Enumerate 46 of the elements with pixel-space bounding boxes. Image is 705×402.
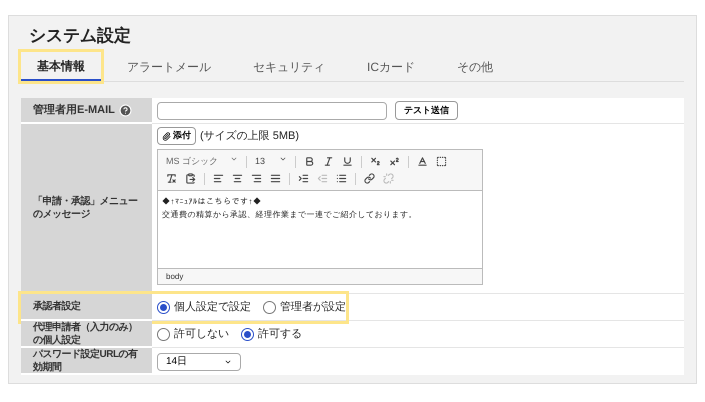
tab[interactable]: その他 (441, 52, 509, 81)
text-color-icon[interactable] (417, 156, 428, 167)
tab[interactable]: アラートメール (111, 52, 227, 81)
radio-option[interactable]: 個人設定で設定 (157, 298, 251, 316)
align-center-icon[interactable] (232, 173, 243, 184)
tab[interactable]: セキュリティ (237, 52, 341, 81)
editor-text-line: ◆↑ﾏﾆｭｱﾙはこちらです↑◆ (162, 196, 262, 208)
size-dropdown[interactable]: 13 (255, 154, 287, 168)
editor-text-line: 交通費の精算から承認、経理作業まで一連でご紹介しております。 (162, 209, 418, 221)
email-field[interactable] (157, 102, 387, 120)
field-label: 「申請・承認」メニューのメッセージ (33, 195, 138, 221)
italic-icon[interactable] (323, 156, 334, 167)
bullet-list-icon[interactable] (336, 173, 347, 184)
radio-option[interactable]: 管理者が設定 (263, 298, 346, 316)
indent-icon[interactable] (298, 173, 309, 184)
element-path: body (166, 270, 184, 282)
help-icon[interactable] (118, 104, 132, 116)
field-label: 管理者用E-MAIL (33, 102, 115, 118)
field-label: パスワード設定URLの有効期間 (33, 348, 139, 374)
tab[interactable]: ICカード (351, 52, 431, 81)
tab[interactable]: 基本情報 (21, 52, 101, 81)
paperclip-icon (162, 132, 171, 140)
page-title: システム設定 (28, 25, 132, 47)
paste-icon[interactable] (185, 173, 196, 184)
bold-icon[interactable] (304, 156, 315, 167)
align-right-icon[interactable] (251, 173, 262, 184)
radio-option[interactable]: 許可しない (157, 326, 229, 342)
font-dropdown[interactable]: MS ゴシック (166, 154, 238, 168)
radio-option[interactable]: 許可する (241, 326, 302, 342)
align-left-icon[interactable] (213, 173, 224, 184)
field-label: 代理申請者（入力のみ）の個人設定 (33, 320, 138, 346)
superscript-icon[interactable] (389, 156, 400, 167)
radio-button[interactable] (157, 300, 170, 314)
attach-button[interactable]: 添付 (157, 127, 196, 145)
field-label: 承認者設定 (33, 300, 80, 313)
radio-button[interactable] (157, 328, 170, 340)
justify-icon[interactable] (270, 173, 281, 184)
period-dropdown[interactable]: 14日 (157, 352, 241, 370)
radio-button[interactable] (263, 300, 276, 314)
radio-button[interactable] (241, 328, 254, 340)
underline-icon[interactable] (342, 156, 353, 167)
test-send-button[interactable]: テスト送信 (395, 101, 458, 120)
link-icon[interactable] (364, 173, 375, 184)
clear-format-icon[interactable] (166, 173, 177, 184)
size-limit-note: (サイズの上限 5MB) (200, 128, 299, 144)
subscript-icon[interactable] (370, 156, 381, 167)
